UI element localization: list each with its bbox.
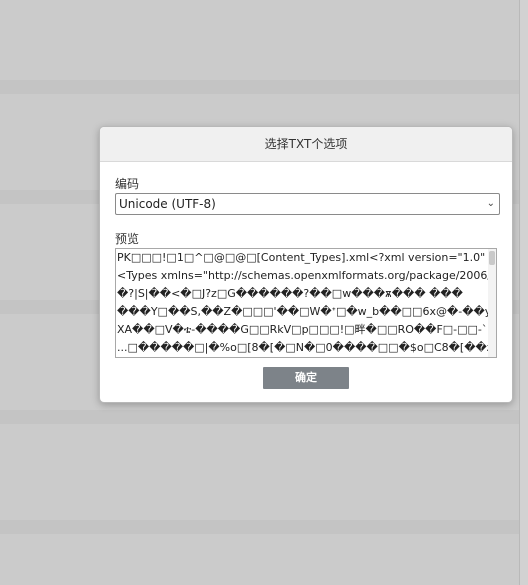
encoding-select-value: Unicode (UTF-8): [119, 197, 216, 211]
chevron-down-icon: ⌄: [486, 198, 495, 209]
preview-line: ���Y□��S,��Z�□□□'��□W�ᐩ□�w_b��□□6x@�-��y…: [117, 305, 489, 318]
preview-label: 预览: [115, 232, 140, 246]
ok-button[interactable]: 确定: [263, 367, 349, 389]
preview-line: ...□�����□|�%o□[8�[�□N�□0����□□�$o□C8�[�…: [117, 341, 489, 354]
page-scrollbar[interactable]: [519, 0, 528, 585]
dialog-title: 选择TXT个选项: [100, 127, 512, 162]
preview-scrollbar[interactable]: [488, 249, 496, 357]
encoding-select[interactable]: Unicode (UTF-8) ⌄: [115, 193, 500, 215]
preview-line: �?|S|��<�□J?z□G������?��□w���ѫ��� ���: [117, 287, 463, 300]
preview-line: <Types xmlns="http://schemas.openxmlform…: [117, 269, 489, 282]
encoding-label: 编码: [115, 177, 140, 191]
txt-options-dialog: 选择TXT个选项 编码 Unicode (UTF-8) ⌄ 预览 PK□□□!□…: [99, 126, 513, 403]
preview-textarea[interactable]: PK□□□!□1□^□@□@□[Content_Types].xml<?xml …: [115, 248, 497, 358]
preview-content: PK□□□!□1□^□@□@□[Content_Types].xml<?xml …: [117, 249, 489, 357]
preview-line: XA��□V�ቴ-����G□□RkV□p□□□!□畔�□□RO��F□-□□-…: [117, 323, 489, 336]
preview-line: PK□□□!□1□^□@□@□[Content_Types].xml<?xml …: [117, 251, 489, 264]
preview-scrollbar-thumb[interactable]: [489, 251, 495, 265]
